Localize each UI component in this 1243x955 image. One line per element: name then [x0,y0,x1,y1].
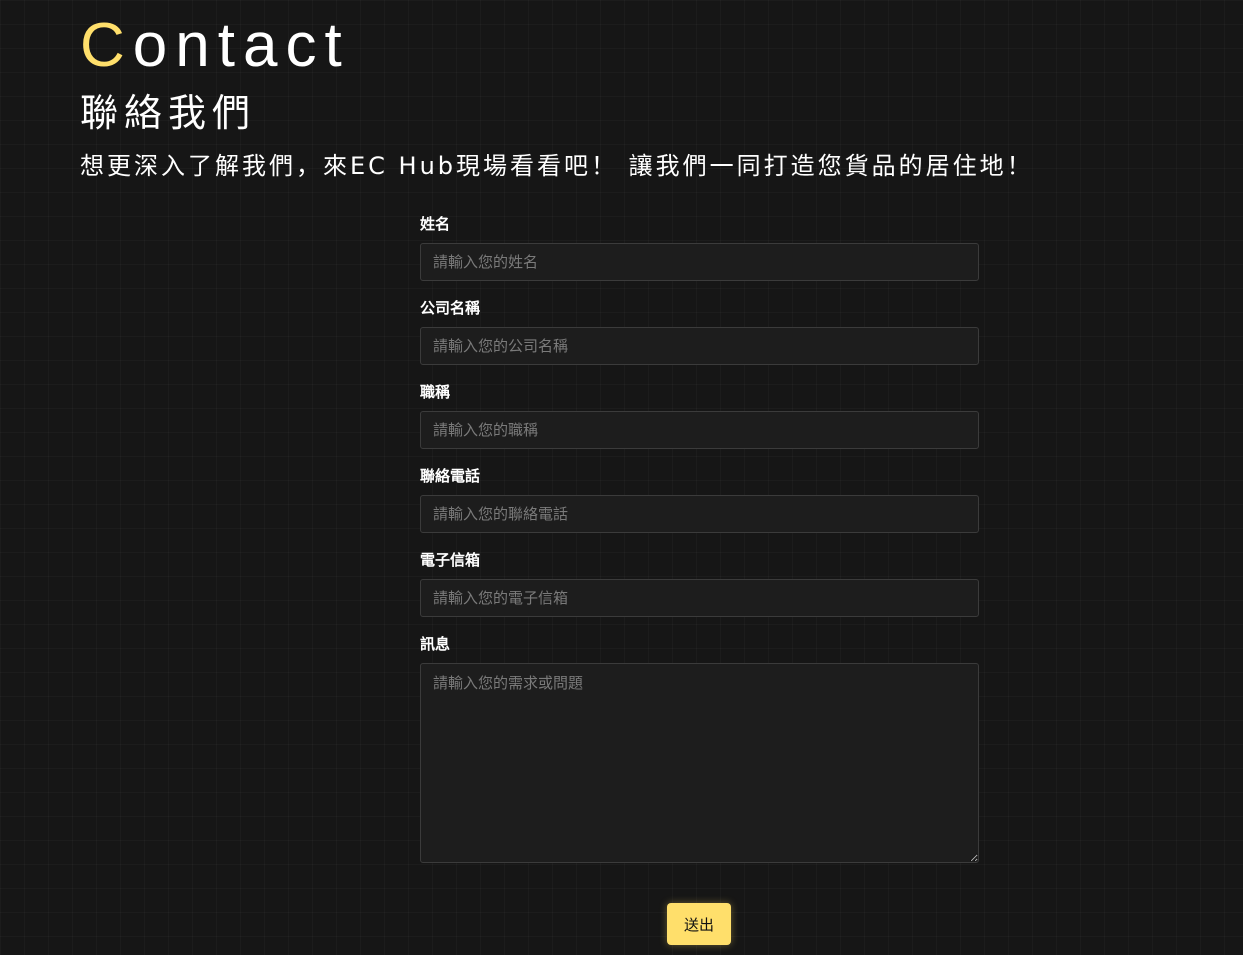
submit-button[interactable]: 送出 [667,903,731,945]
title-rest: ontact [132,11,350,80]
phone-field-group: 聯絡電話 [420,462,979,533]
message-textarea[interactable] [420,663,979,863]
job-title-label: 職稱 [420,383,451,401]
name-input[interactable] [420,243,979,281]
message-field-group: 訊息 [420,630,979,863]
company-label: 公司名稱 [420,299,481,317]
phone-label: 聯絡電話 [420,467,481,485]
job-title-input[interactable] [420,411,979,449]
page-title: Contact [80,8,350,84]
company-field-group: 公司名稱 [420,294,979,365]
email-input[interactable] [420,579,979,617]
email-label: 電子信箱 [420,551,481,569]
name-label: 姓名 [420,215,451,233]
page-subtitle: 聯絡我們 [80,91,257,135]
email-field-group: 電子信箱 [420,546,979,617]
tagline: 想更深入了解我們，來EC Hub現場看看吧！ 讓我們一同打造您貨品的居住地！ [80,152,1034,180]
message-label: 訊息 [420,635,451,653]
title-accent-letter: C [80,11,133,80]
name-field-group: 姓名 [420,210,979,281]
phone-input[interactable] [420,495,979,533]
job-title-field-group: 職稱 [420,378,979,449]
company-input[interactable] [420,327,979,365]
